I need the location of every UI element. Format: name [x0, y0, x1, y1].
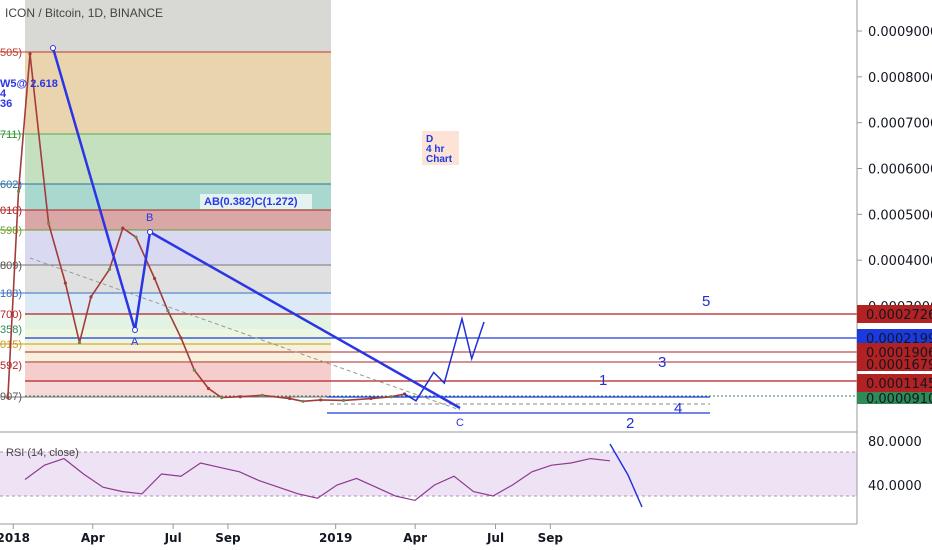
price-point	[63, 281, 67, 285]
price-point	[6, 396, 10, 400]
fib-label: 010)	[0, 205, 22, 217]
price-point	[121, 226, 125, 230]
w5-label: W5@ 2.618	[0, 78, 58, 90]
price-point	[179, 336, 183, 340]
fib-label: 592)	[0, 360, 22, 372]
fib-label: 505)	[0, 47, 22, 59]
price-point	[192, 368, 196, 372]
projection-line	[404, 315, 485, 402]
y-tick-label: 0.0007000	[868, 117, 932, 132]
point-b-label: B	[146, 212, 153, 224]
y-tick-label: 0.0004000	[868, 254, 932, 269]
wave-2-label: 2	[626, 415, 634, 432]
y-tick-label: 0.0009000	[868, 25, 932, 40]
price-point	[206, 386, 211, 391]
price-point	[28, 52, 32, 56]
fib-label: 700)	[0, 309, 22, 321]
price-point	[238, 395, 242, 399]
x-tick-label: Jul	[164, 531, 182, 545]
fib-label: 188)	[0, 288, 22, 300]
y-tick-label: 0.0005000	[868, 208, 932, 223]
point-a-label: A	[131, 336, 139, 348]
rsi-label: RSI (14, close)	[6, 447, 79, 459]
price-badges: 0.0002726 0.0002199 0.0001906 0.0001679 …	[857, 305, 932, 407]
price-point	[220, 396, 224, 400]
fib-label: 711)	[0, 129, 21, 141]
x-tick-label: Jul	[486, 531, 504, 545]
x-tick-label: 2018	[0, 531, 30, 545]
rsi-tick: 40.0000	[868, 479, 922, 494]
price-point	[288, 396, 292, 401]
pattern-point	[147, 229, 153, 235]
x-tick-label: Sep	[538, 531, 564, 545]
price-point	[342, 398, 346, 402]
chart-title: ICON / Bitcoin, 1D, BINANCE	[5, 6, 163, 20]
price-point	[166, 308, 170, 313]
fib-label: 907)	[0, 391, 22, 403]
fib-label: 598)	[0, 225, 22, 237]
price-badge-text: 0.0000910	[866, 392, 932, 407]
fib-label: 809)	[0, 260, 22, 272]
x-tick-label: Apr	[403, 531, 427, 545]
wave-4-label: 4	[674, 400, 682, 417]
y-tick-label: 0.0008000	[868, 71, 932, 86]
price-point	[46, 221, 51, 226]
price-point	[107, 267, 112, 271]
pattern-point	[50, 45, 56, 51]
price-point	[77, 341, 82, 345]
price-point	[134, 235, 138, 239]
price-point	[319, 398, 323, 402]
price-point	[389, 395, 393, 399]
price-badge-text: 0.0002726	[866, 308, 932, 323]
x-tick-label: 2019	[319, 531, 352, 545]
price-point	[260, 393, 264, 397]
chart: 505) 711) 602) 010) 598) 809) 188) 700) …	[0, 0, 932, 545]
x-axis: 2018 Apr Jul Sep 2019 Apr Jul Sep	[0, 524, 563, 545]
price-badge-text: 0.0001145	[866, 377, 932, 392]
point-c-label: C	[456, 417, 464, 429]
w5-sub2: 36	[0, 98, 12, 110]
wave-1-label: 1	[599, 372, 607, 389]
rsi-tick: 80.0000	[868, 435, 922, 450]
price-point	[16, 189, 21, 194]
wave-5-label: 5	[702, 293, 710, 310]
x-tick-label: Sep	[215, 531, 241, 545]
x-tick-label: Apr	[81, 531, 105, 545]
price-point	[89, 295, 93, 299]
price-point	[301, 399, 305, 403]
price-badge-text: 0.0001679	[866, 358, 932, 373]
y-tick-label: 0.0006000	[868, 162, 932, 177]
wave-3-label: 3	[658, 354, 666, 371]
pattern-point	[132, 327, 138, 333]
wave-projection	[404, 315, 485, 402]
note-line-3: Chart	[426, 154, 453, 165]
y-axis: 0.0009000 0.0008000 0.0007000 0.0006000 0.00…	[857, 25, 932, 315]
price-point	[369, 396, 373, 401]
price-point	[152, 276, 157, 281]
pattern-ratio-label: AB(0.382)C(1.272)	[204, 196, 298, 208]
